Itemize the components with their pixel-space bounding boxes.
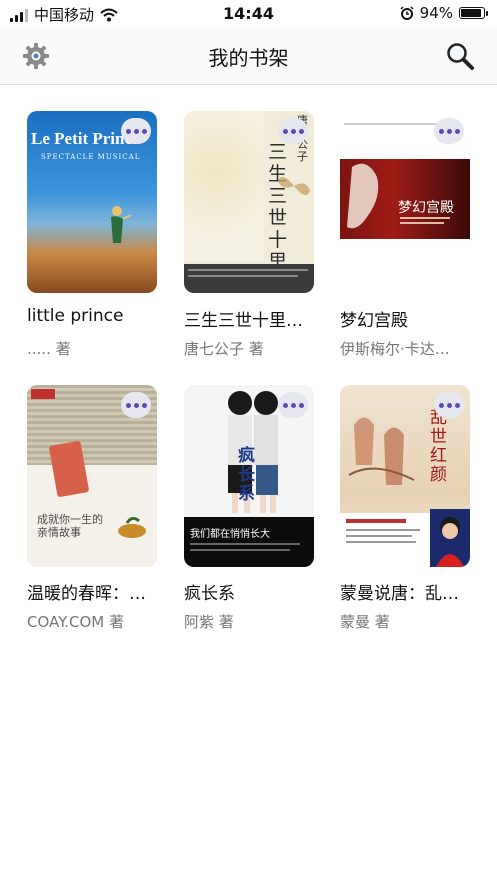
prince-figure (111, 206, 131, 243)
book-item[interactable]: 乱世红颜 蒙曼说唐：乱… 蒙曼 著 (340, 385, 480, 631)
more-options-button[interactable] (434, 118, 464, 144)
more-options-button[interactable] (121, 118, 151, 144)
book-author: 唐七公子 著 (184, 340, 264, 358)
book-item[interactable]: Le Petit Prince SPECTACLE MUSICAL little… (27, 111, 167, 358)
book-title: 温暖的春晖：… (27, 584, 146, 604)
page-title: 我的书架 (208, 46, 289, 70)
butterfly-image (278, 177, 310, 195)
battery-icon (459, 7, 488, 19)
search-icon[interactable] (445, 41, 475, 71)
status-bar: 中国移动 14:44 94% (0, 0, 497, 28)
book-title: 疯长系 (184, 584, 235, 604)
cover-title: 成就你一生的 亲情故事 (37, 513, 103, 539)
book-author: COAY.COM 著 (27, 613, 124, 631)
palace-figure (347, 163, 379, 229)
author-portrait (436, 517, 464, 567)
book-cover[interactable]: 唐七公子 三生三世 十里桃花 (184, 111, 314, 293)
book-cover[interactable]: 乱世红颜 (340, 385, 470, 567)
battery-fill (461, 9, 481, 17)
cover-title: 乱世红颜 (430, 408, 447, 485)
book-item[interactable]: 唐七公子 三生三世 十里桃花 三生三世十里… 唐七公子 著 (184, 111, 324, 358)
book-author: ..... 著 (27, 340, 71, 358)
book-author: 阿紫 著 (184, 613, 234, 631)
cover-title: 疯长系 (238, 446, 255, 504)
battery-percent: 94% (419, 4, 453, 22)
book-cover[interactable]: 成就你一生的 亲情故事 (27, 385, 157, 567)
book-title: 蒙曼说唐：乱… (340, 584, 459, 604)
book-author: 蒙曼 著 (340, 613, 390, 631)
more-options-button[interactable] (278, 392, 308, 418)
book-item[interactable]: 成就你一生的 亲情故事 温暖的春晖：… COAY.COM 著 (27, 385, 167, 631)
book-title: little prince (27, 306, 124, 326)
cover-subtitle: SPECTACLE MUSICAL (41, 153, 141, 161)
book-cover[interactable]: 疯长系 我们都在悄悄长大 (184, 385, 314, 567)
nav-bar: 我的书架 (0, 28, 497, 85)
mural-figures (348, 417, 415, 485)
cover-subtitle: 我们都在悄悄长大 (190, 529, 270, 540)
teacup-image (118, 517, 146, 538)
more-options-button[interactable] (121, 392, 151, 418)
more-options-button[interactable] (278, 118, 308, 144)
status-right: 94% (400, 4, 488, 22)
book-item[interactable]: 疯长系 我们都在悄悄长大 疯长系 阿紫 著 (184, 385, 324, 631)
book-title: 三生三世十里… (184, 311, 303, 331)
cover-title: 梦幻宫殿 (398, 200, 454, 216)
book-title: 梦幻宫殿 (340, 311, 408, 331)
more-options-button[interactable] (434, 392, 464, 418)
book-author: 伊斯梅尔·卡达… (340, 340, 450, 358)
book-cover[interactable]: Le Petit Prince SPECTACLE MUSICAL (27, 111, 157, 293)
book-cover[interactable]: 梦幻宫殿 (340, 111, 470, 293)
book-item[interactable]: 梦幻宫殿 梦幻宫殿 伊斯梅尔·卡达… (340, 111, 480, 358)
alarm-icon (400, 6, 414, 20)
